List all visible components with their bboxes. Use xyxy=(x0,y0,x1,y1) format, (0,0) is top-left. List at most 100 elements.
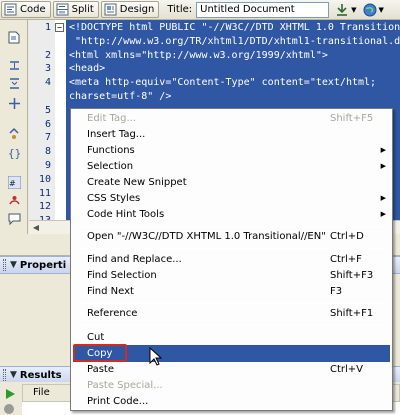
line-number: 8 xyxy=(44,146,51,158)
menu-item-find-selection[interactable]: Find Selection Shift+F3 xyxy=(73,267,390,284)
line-number: 1 xyxy=(44,22,51,33)
file-management-icon[interactable] xyxy=(334,2,350,18)
code-line[interactable]: <head> xyxy=(69,63,105,74)
menu-item-label: Cut xyxy=(87,332,105,343)
split-view-label: Split xyxy=(71,4,94,15)
properties-panel-title: Properti xyxy=(19,259,67,271)
menu-item-selection[interactable]: Selection ▶ xyxy=(73,158,390,175)
design-view-icon xyxy=(104,3,117,16)
chevron-down-icon[interactable]: ▼ xyxy=(351,6,356,14)
menu-item-functions[interactable]: Functions ▶ xyxy=(73,142,390,159)
line-number: 4 xyxy=(44,77,51,89)
expand-triangle-icon[interactable]: ▼ xyxy=(10,370,17,380)
panel-grip[interactable] xyxy=(3,259,6,271)
menu-item-print-code[interactable]: Print Code... xyxy=(73,393,390,410)
design-view-button[interactable]: Design xyxy=(100,1,160,18)
submenu-arrow-icon: ▶ xyxy=(380,194,386,202)
menu-item-find-and-replace[interactable]: Find and Replace... Ctrl+F xyxy=(73,251,390,268)
collapse-selection-icon[interactable] xyxy=(7,76,21,90)
menu-item-reference[interactable]: Reference Shift+F1 xyxy=(73,305,390,322)
menu-item-edit-tag[interactable]: Edit Tag... Shift+F5 xyxy=(73,110,390,127)
panel-grip[interactable] xyxy=(3,369,6,381)
play-icon[interactable] xyxy=(3,387,17,401)
open-documents-icon[interactable] xyxy=(7,30,21,44)
menu-item-shortcut: F3 xyxy=(330,286,343,297)
highlight-invalid-code-icon[interactable] xyxy=(7,193,21,207)
svg-text:#: # xyxy=(9,179,16,188)
mouse-cursor-icon xyxy=(149,347,163,366)
submenu-arrow-icon: ▶ xyxy=(380,146,386,154)
split-view-button[interactable]: Split xyxy=(52,1,99,18)
menu-item-label: CSS Styles xyxy=(87,193,141,204)
submenu-arrow-icon: ▶ xyxy=(380,210,386,218)
code-view-icon xyxy=(4,3,17,16)
select-parent-tag-icon[interactable] xyxy=(7,126,21,140)
code-line[interactable]: charset=utf-8" /> xyxy=(69,91,171,102)
design-view-label: Design xyxy=(119,4,155,15)
stop-icon[interactable] xyxy=(3,403,17,415)
comment-code-icon[interactable] xyxy=(7,211,21,225)
menu-item-label: Find Next xyxy=(87,286,134,297)
line-number: 3 xyxy=(44,63,51,75)
menu-item-shortcut: Ctrl+D xyxy=(330,231,364,242)
line-number: 7 xyxy=(44,132,51,144)
line-number-gutter: 12345678910111213 xyxy=(29,20,55,220)
code-context-menu: Edit Tag... Shift+F5 Insert Tag... Funct… xyxy=(70,108,393,411)
title-input[interactable] xyxy=(196,1,330,18)
menu-item-shortcut: Shift+F3 xyxy=(330,270,374,281)
coding-toolbar: {} # xyxy=(0,20,28,234)
code-view-label: Code xyxy=(20,4,46,15)
results-panel-title: Results xyxy=(19,369,62,381)
collapse-toggle-icon[interactable]: − xyxy=(55,23,64,32)
code-line[interactable]: "http://www.w3.org/TR/xhtml1/DTD/xhtml1-… xyxy=(69,36,400,47)
menu-item-insert-tag[interactable]: Insert Tag... xyxy=(73,126,390,143)
menu-item-paste[interactable]: Paste Ctrl+V xyxy=(73,361,390,378)
preview-browser-icon[interactable] xyxy=(362,2,378,18)
expand-all-icon[interactable] xyxy=(7,96,21,110)
menu-item-label: Open "-//W3C//DTD XHTML 1.0 Transitional… xyxy=(87,231,326,242)
balance-braces-icon[interactable]: {} xyxy=(7,145,21,159)
menu-item-label: Paste Special... xyxy=(87,380,163,391)
menu-item-label: Insert Tag... xyxy=(87,129,146,140)
menu-item-label: Paste xyxy=(87,364,114,375)
menu-item-label: Selection xyxy=(87,161,134,172)
menu-item-css-styles[interactable]: CSS Styles ▶ xyxy=(73,190,390,207)
menu-item-label: Edit Tag... xyxy=(87,113,137,124)
line-number: 10 xyxy=(38,173,51,185)
menu-separator xyxy=(74,303,389,304)
code-line[interactable]: <html xmlns="http://www.w3.org/1999/xhtm… xyxy=(69,50,328,61)
menu-item-find-next[interactable]: Find Next F3 xyxy=(73,283,390,300)
menu-item-label: Print Code... xyxy=(87,396,149,407)
line-numbers-icon[interactable]: # xyxy=(7,175,21,189)
collapse-full-tag-icon[interactable] xyxy=(7,58,21,72)
menu-separator xyxy=(74,248,389,249)
menu-item-label: Create New Snippet xyxy=(87,177,187,188)
line-number: 9 xyxy=(44,160,51,171)
file-column-label: File xyxy=(33,387,50,398)
menu-item-shortcut: Ctrl+F xyxy=(330,254,362,265)
menu-item-code-hint-tools[interactable]: Code Hint Tools ▶ xyxy=(73,206,390,223)
menu-item-create-new-snippet[interactable]: Create New Snippet xyxy=(73,174,390,191)
menu-item-shortcut: Shift+F1 xyxy=(330,308,374,319)
menu-item-label: Find and Replace... xyxy=(87,254,182,265)
expand-triangle-icon[interactable]: ▼ xyxy=(10,260,17,270)
code-line[interactable]: <meta http-equiv="Content-Type" content=… xyxy=(69,77,376,88)
document-toolbar: Code Split Design Title: ▼ ▼ xyxy=(0,0,400,20)
menu-item-paste-special[interactable]: Paste Special... xyxy=(73,377,390,394)
line-number: 12 xyxy=(38,201,51,213)
menu-item-label: Reference xyxy=(87,308,138,319)
menu-item-label: Find Selection xyxy=(87,270,157,281)
copy-highlight-annotation xyxy=(73,344,127,362)
svg-text:{}: {} xyxy=(8,147,21,159)
scroll-left-icon[interactable]: ◀ xyxy=(29,221,43,234)
menu-item-label: Functions xyxy=(87,145,135,156)
menu-item-shortcut: Ctrl+V xyxy=(330,364,364,375)
code-view-button[interactable]: Code xyxy=(1,1,51,18)
menu-separator xyxy=(74,325,389,326)
line-number: 11 xyxy=(38,187,51,199)
menu-item-label: Code Hint Tools xyxy=(87,209,165,220)
line-number: 5 xyxy=(44,104,51,116)
code-line[interactable]: <!DOCTYPE html PUBLIC "-//W3C//DTD XHTML… xyxy=(69,22,400,33)
menu-item-open-dtd[interactable]: Open "-//W3C//DTD XHTML 1.0 Transitional… xyxy=(73,228,390,245)
chevron-down-icon[interactable]: ▼ xyxy=(379,6,384,14)
